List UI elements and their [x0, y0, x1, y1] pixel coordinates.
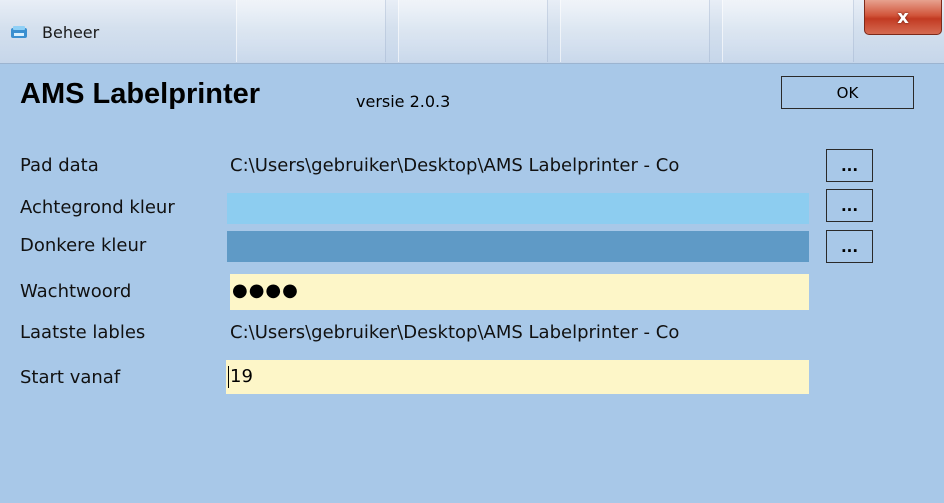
- pad-data-browse-button[interactable]: ...: [826, 149, 873, 182]
- start-vanaf-value: 19: [230, 366, 253, 387]
- donkere-kleur-browse-button[interactable]: ...: [826, 230, 873, 263]
- app-icon: [11, 26, 27, 38]
- wachtwoord-input[interactable]: ●●●●: [230, 274, 809, 310]
- window-titlebar: Beheer x: [0, 0, 944, 64]
- titlebar-glass-segment: [560, 0, 710, 62]
- ok-button[interactable]: OK: [781, 76, 914, 109]
- start-vanaf-label: Start vanaf: [20, 367, 121, 388]
- settings-panel: AMS Labelprinter versie 2.0.3 OK Pad dat…: [0, 64, 944, 503]
- donkere-kleur-label: Donkere kleur: [20, 235, 147, 256]
- start-vanaf-input[interactable]: 19: [226, 360, 809, 394]
- titlebar-glass-segment: [722, 0, 854, 62]
- pad-data-label: Pad data: [20, 155, 99, 176]
- achtergrond-kleur-label: Achtegrond kleur: [20, 197, 175, 218]
- achtergrond-kleur-browse-button[interactable]: ...: [826, 189, 873, 222]
- text-caret: [228, 366, 229, 388]
- close-icon: x: [897, 6, 909, 28]
- titlebar-glass-segment: [236, 0, 386, 62]
- close-button[interactable]: x: [864, 0, 942, 35]
- wachtwoord-label: Wachtwoord: [20, 281, 132, 302]
- laatste-lables-value: C:\Users\gebruiker\Desktop\AMS Labelprin…: [230, 322, 680, 343]
- titlebar-glass-segment: [398, 0, 548, 62]
- achtergrond-kleur-swatch[interactable]: [227, 193, 809, 224]
- laatste-lables-label: Laatste lables: [20, 322, 146, 343]
- app-version: versie 2.0.3: [356, 92, 451, 111]
- app-title: AMS Labelprinter: [20, 78, 261, 110]
- donkere-kleur-swatch[interactable]: [227, 231, 809, 262]
- pad-data-value: C:\Users\gebruiker\Desktop\AMS Labelprin…: [230, 155, 680, 176]
- window-title: Beheer: [42, 23, 100, 42]
